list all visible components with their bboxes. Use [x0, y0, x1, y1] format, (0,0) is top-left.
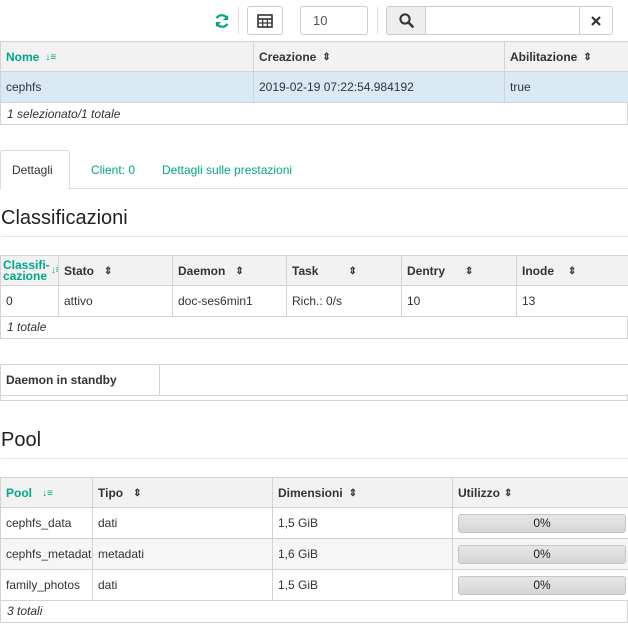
usage-progress-bar: 0% — [458, 513, 626, 533]
toolbar-divider — [377, 7, 378, 34]
sort-icon: ⇕ — [504, 487, 513, 499]
cell-size: 1,5 GiB — [272, 569, 453, 601]
cell-enabled: true — [504, 71, 628, 103]
cell-name: cephfs — [0, 71, 254, 103]
usage-progress-bar: 0% — [458, 575, 626, 595]
cell-type: metadati — [92, 538, 273, 570]
standby-value — [159, 364, 628, 396]
column-label-line: cazione — [3, 268, 48, 283]
sort-icon: ⇕ — [568, 265, 577, 277]
sort-ascending-icon: ↓≡ — [50, 265, 58, 276]
sort-icon: ⇕ — [583, 51, 592, 63]
refresh-button[interactable] — [207, 6, 237, 35]
column-label: Nome — [6, 49, 40, 64]
standby-label: Daemon in standby — [0, 364, 160, 396]
column-label: Inode — [522, 263, 554, 278]
cell-rank: 0 — [0, 285, 59, 317]
cell-usage: 0% — [452, 507, 628, 539]
cell-dentry: 10 — [401, 285, 517, 317]
column-label: Utilizzo — [458, 485, 500, 500]
sort-ascending-icon: ↓≡ — [45, 51, 57, 63]
column-header-rank[interactable]: Classifi- cazione ↓≡ — [0, 255, 59, 286]
table-footer: 1 selezionato/1 totale — [0, 103, 628, 125]
column-header-size[interactable]: Dimensioni ⇕ — [272, 477, 453, 508]
column-label: Task — [292, 263, 319, 278]
table-row[interactable]: family_photos dati 1,5 GiB 0% — [0, 569, 628, 601]
cell-type: dati — [92, 507, 273, 539]
table-toolbar: 10 — [0, 0, 628, 42]
table-footer: 3 totali — [0, 600, 628, 623]
pools-table: Pool ↓≡ Tipo ⇕ Dimensioni ⇕ Utilizzo ⇕ cephf… — [0, 477, 628, 601]
usage-progress-bar: 0% — [458, 544, 626, 564]
cell-state: attivo — [58, 285, 173, 317]
column-header-state[interactable]: Stato ⇕ — [58, 255, 173, 286]
cell-usage: 0% — [452, 569, 628, 601]
column-header-daemon[interactable]: Daemon ⇕ — [172, 255, 287, 286]
column-header-created[interactable]: Creazione ⇕ — [253, 41, 505, 72]
table-row[interactable]: cephfs_metadata metadati 1,6 GiB 0% — [0, 538, 628, 570]
column-header-name[interactable]: Nome ↓≡ — [0, 41, 254, 72]
standby-table: Daemon in standby — [0, 364, 628, 396]
column-header-enabled[interactable]: Abilitazione ⇕ — [504, 41, 628, 72]
column-header-pool[interactable]: Pool ↓≡ — [0, 477, 93, 508]
details-tabs: Dettagli Client: 0 Dettagli sulle presta… — [0, 150, 628, 190]
toolbar-divider — [238, 7, 239, 34]
cell-pool: family_photos — [0, 569, 93, 601]
column-header-type[interactable]: Tipo ⇕ — [92, 477, 273, 508]
column-label: Stato — [64, 263, 94, 278]
cell-usage: 0% — [452, 538, 628, 570]
cell-size: 1,5 GiB — [272, 507, 453, 539]
search-input[interactable] — [425, 6, 580, 35]
tab-clients[interactable]: Client: 0 — [80, 150, 146, 189]
cell-type: dati — [92, 569, 273, 601]
close-icon — [591, 15, 601, 26]
cell-pool: cephfs_data — [0, 507, 93, 539]
ranks-table: Classifi- cazione ↓≡ Stato ⇕ Daemon ⇕ Task… — [0, 255, 628, 317]
column-label: Classifi- cazione — [3, 259, 50, 283]
table-footer: 1 totale — [0, 316, 628, 339]
tab-performance-details[interactable]: Dettagli sulle prestazioni — [151, 150, 303, 189]
tab-details[interactable]: Dettagli — [0, 150, 70, 190]
sort-ascending-icon: ↓≡ — [42, 487, 53, 499]
column-label: Abilitazione — [510, 49, 578, 64]
sort-icon: ⇕ — [104, 265, 113, 277]
column-label: Daemon — [178, 263, 226, 278]
column-label: Creazione — [259, 49, 317, 64]
column-header-inode[interactable]: Inode ⇕ — [516, 255, 628, 286]
sort-icon: ⇕ — [322, 51, 331, 63]
page-size-input[interactable]: 10 — [300, 6, 368, 35]
ranks-title: Classificazioni — [1, 207, 628, 237]
filesystems-table: Nome ↓≡ Creazione ⇕ Abilitazione ⇕ cephfs 2… — [0, 41, 628, 103]
clear-search-button[interactable] — [579, 6, 613, 35]
column-label: Pool — [6, 485, 32, 500]
cell-pool: cephfs_metadata — [0, 538, 93, 570]
columns-toggle-button[interactable] — [247, 6, 283, 35]
standby-footer — [0, 394, 628, 401]
column-header-task[interactable]: Task ⇕ — [286, 255, 402, 286]
sort-icon: ⇕ — [348, 265, 357, 277]
column-label: Tipo — [98, 485, 124, 500]
cell-size: 1,6 GiB — [272, 538, 453, 570]
cell-task: Rich.: 0/s — [286, 285, 402, 317]
table-columns-icon — [257, 13, 273, 28]
pools-title: Pool — [1, 429, 628, 459]
sort-icon: ⇕ — [465, 265, 474, 277]
table-row[interactable]: 0 attivo doc-ses6min1 Rich.: 0/s 10 13 — [0, 285, 628, 317]
column-label: Dimensioni — [278, 485, 343, 500]
refresh-icon — [215, 13, 229, 28]
table-row[interactable]: cephfs 2019-02-19 07:22:54.984192 true — [0, 71, 628, 103]
table-row[interactable]: cephfs_data dati 1,5 GiB 0% — [0, 507, 628, 539]
cell-inode: 13 — [516, 285, 628, 317]
column-header-dentry[interactable]: Dentry ⇕ — [401, 255, 517, 286]
search-icon — [398, 13, 414, 28]
sort-icon: ⇕ — [348, 487, 358, 499]
sort-icon: ⇕ — [133, 487, 142, 499]
search-button[interactable] — [386, 6, 426, 35]
column-label: Dentry — [407, 263, 446, 278]
sort-icon: ⇕ — [235, 265, 244, 277]
column-header-usage[interactable]: Utilizzo ⇕ — [452, 477, 628, 508]
cell-created: 2019-02-19 07:22:54.984192 — [253, 71, 505, 103]
cell-daemon: doc-ses6min1 — [172, 285, 287, 317]
